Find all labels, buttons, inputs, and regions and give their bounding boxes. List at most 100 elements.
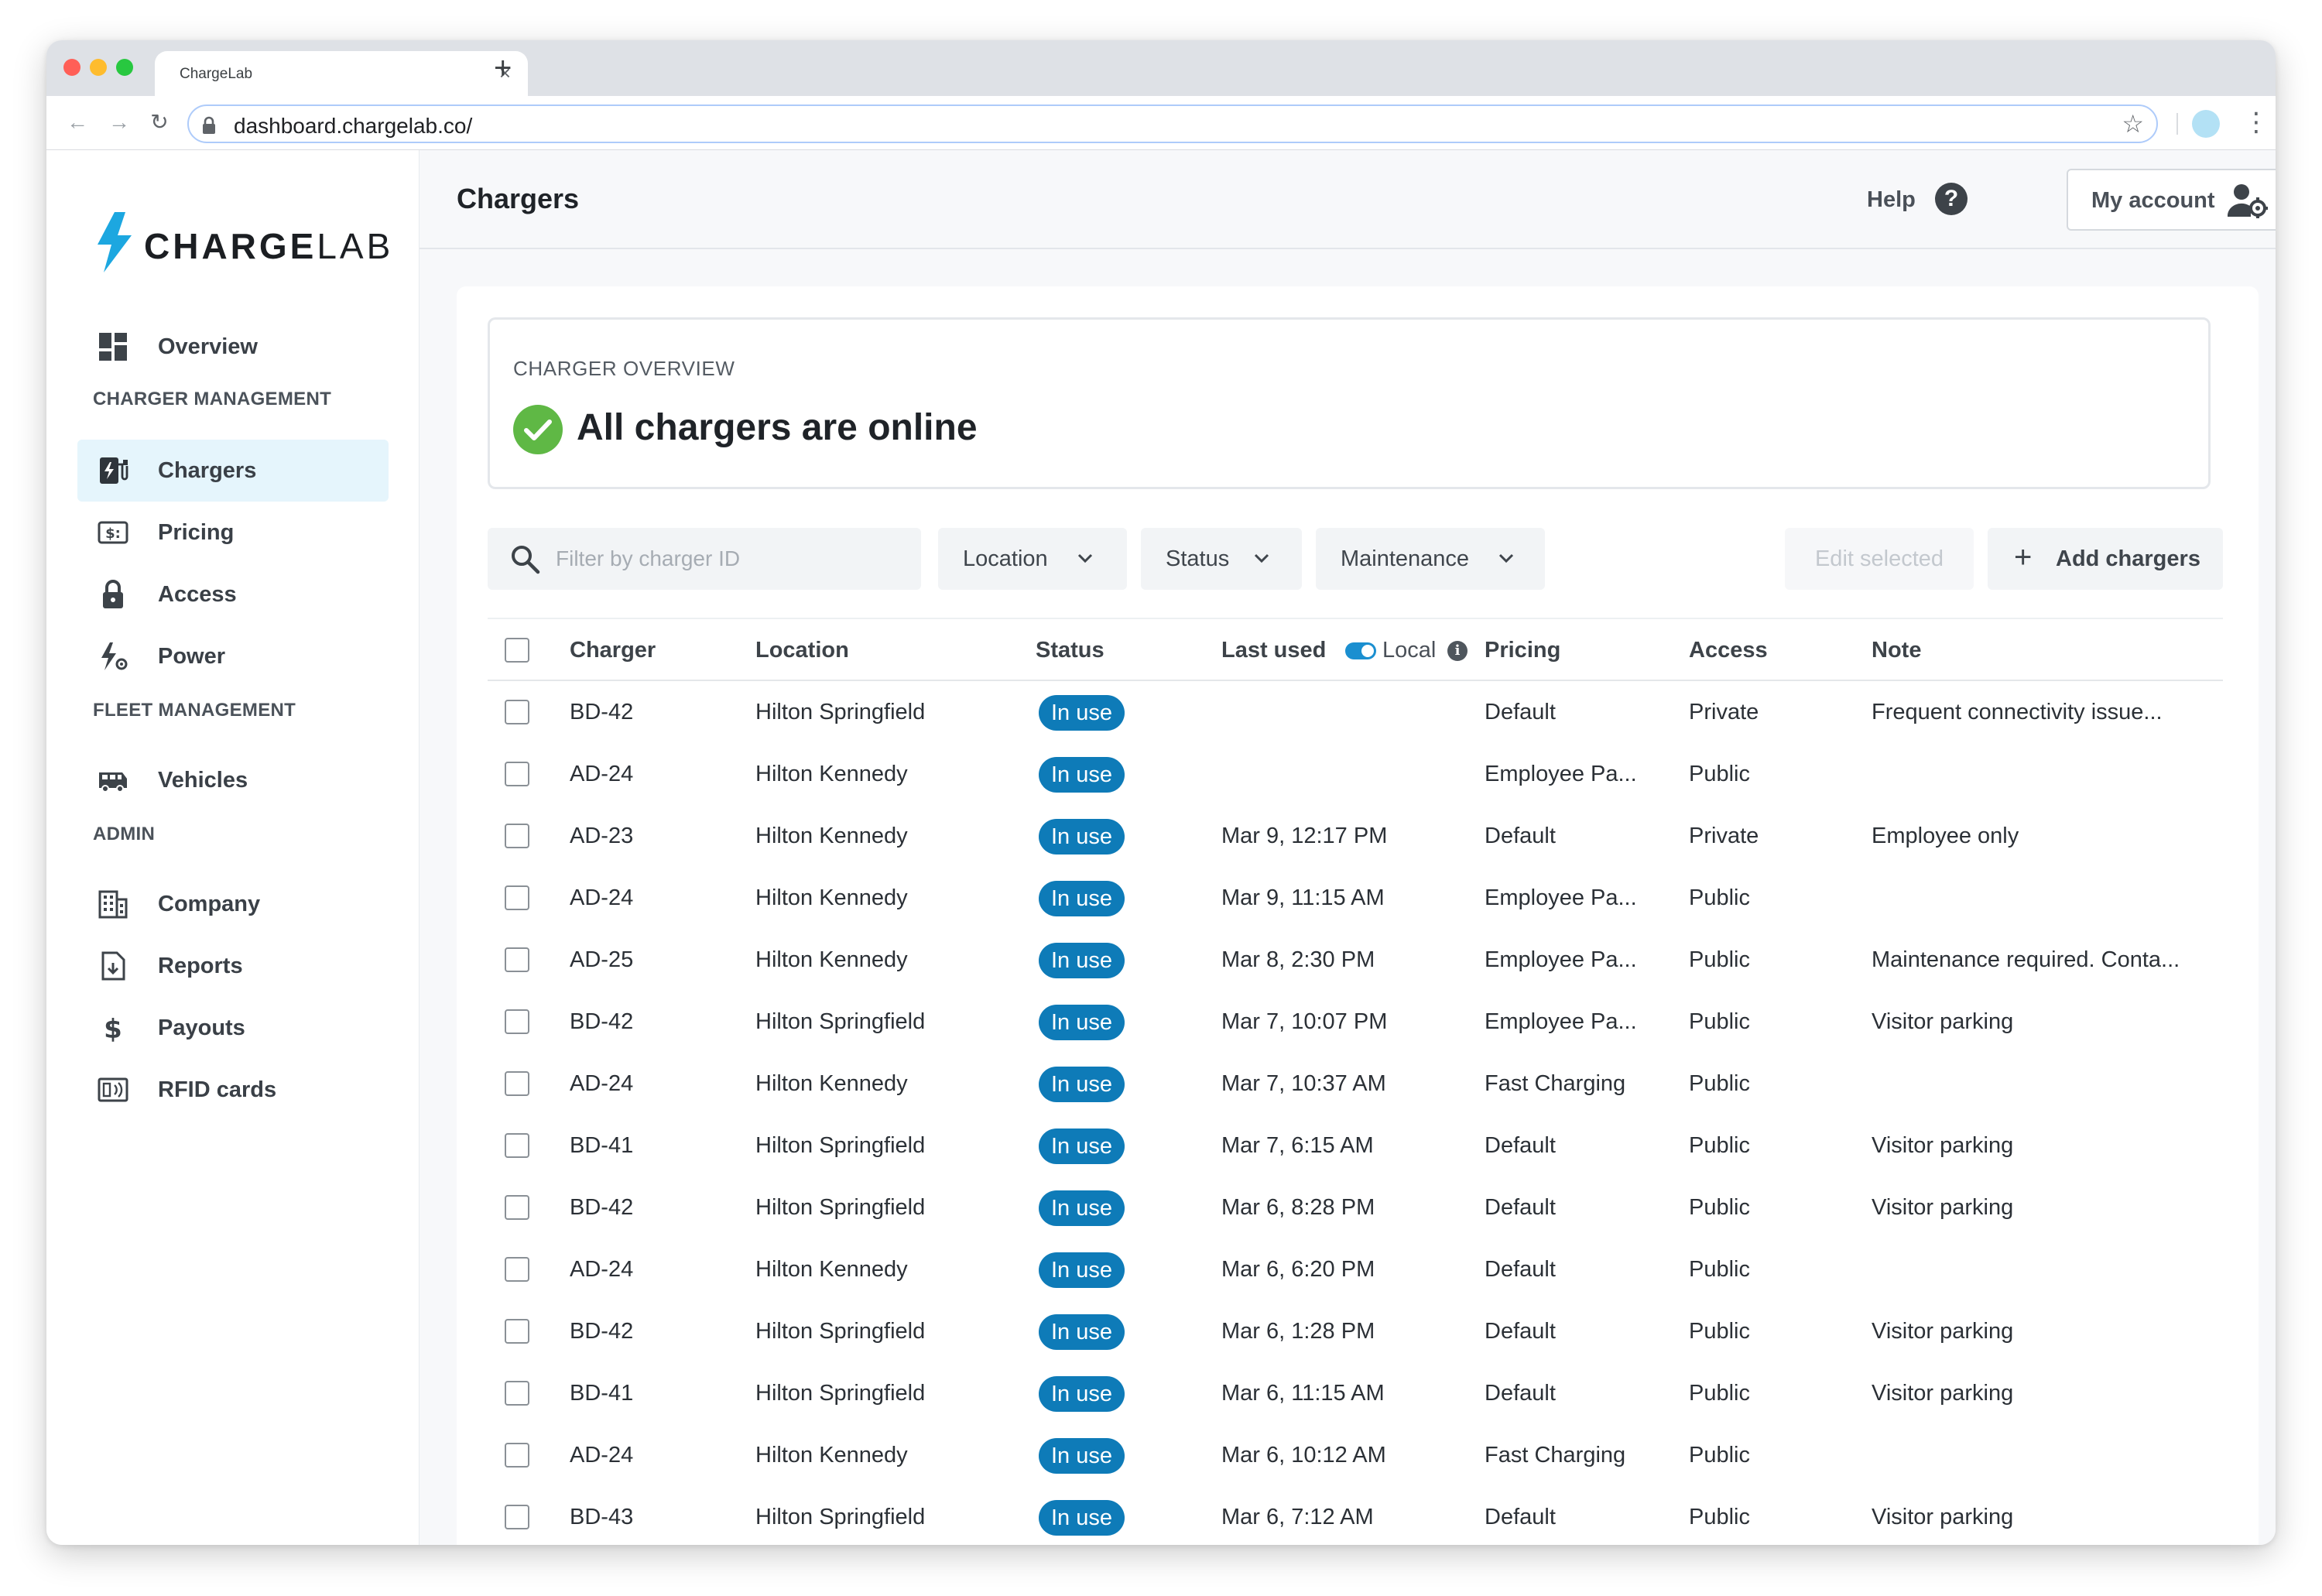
reload-icon[interactable]: ↻ <box>144 107 175 138</box>
cell-location: Hilton Kennedy <box>755 1257 908 1282</box>
sidebar-item-pricing[interactable]: $: Pricing <box>77 502 389 563</box>
my-account-button[interactable]: My account <box>2067 169 2276 231</box>
table-row[interactable]: AD-24 Hilton Kennedy In use Mar 9, 11:15 AM… <box>488 867 2223 929</box>
sidebar-item-company[interactable]: Company <box>77 873 389 935</box>
column-header-charger[interactable]: Charger <box>570 638 656 663</box>
row-checkbox[interactable] <box>505 1009 529 1034</box>
local-time-toggle[interactable] <box>1345 642 1376 659</box>
rfid-card-icon <box>98 1077 128 1102</box>
cell-last-used: Mar 9, 11:15 AM <box>1221 885 1385 910</box>
back-arrow-icon[interactable]: ← <box>62 107 93 138</box>
new-tab-icon[interactable]: + <box>494 53 512 84</box>
row-checkbox[interactable] <box>505 1381 529 1406</box>
sidebar-item-payouts[interactable]: $ Payouts <box>77 997 389 1059</box>
cell-access: Public <box>1689 1381 1750 1406</box>
row-checkbox[interactable] <box>505 947 529 972</box>
charger-id-filter-input[interactable] <box>556 542 896 576</box>
cell-access: Public <box>1689 1071 1750 1096</box>
my-account-label: My account <box>2091 188 2215 213</box>
forward-arrow-icon[interactable]: → <box>104 107 135 138</box>
dropdown-label: Location <box>963 546 1048 571</box>
profile-avatar[interactable] <box>2192 110 2220 138</box>
row-checkbox[interactable] <box>505 1505 529 1529</box>
sidebar-item-power[interactable]: Power <box>77 625 389 687</box>
table-row[interactable]: AD-24 Hilton Kennedy In use Mar 7, 10:37 AM… <box>488 1053 2223 1115</box>
cell-pricing: Employee Pa... <box>1485 947 1637 972</box>
chevron-down-icon <box>1254 553 1269 563</box>
select-all-checkbox[interactable] <box>505 638 529 663</box>
cell-access: Public <box>1689 1195 1750 1220</box>
table-row[interactable]: AD-25 Hilton Kennedy In use Mar 8, 2:30 PM E… <box>488 929 2223 991</box>
cell-location: Hilton Springfield <box>755 1505 926 1529</box>
row-checkbox[interactable] <box>505 1319 529 1344</box>
table-header: Charger Location Status Last used Local … <box>488 618 2223 681</box>
table-row[interactable]: AD-23 Hilton Kennedy In use Mar 9, 12:17 PM… <box>488 805 2223 867</box>
cell-charger: BD-42 <box>570 1319 634 1344</box>
column-header-status[interactable]: Status <box>1036 638 1104 663</box>
row-checkbox[interactable] <box>505 1071 529 1096</box>
info-icon[interactable]: i <box>1447 641 1468 661</box>
user-settings-icon <box>2228 184 2268 218</box>
column-header-access[interactable]: Access <box>1689 638 1768 663</box>
row-checkbox[interactable] <box>505 762 529 786</box>
row-checkbox[interactable] <box>505 700 529 724</box>
cell-pricing: Default <box>1485 824 1556 848</box>
column-header-pricing[interactable]: Pricing <box>1485 638 1560 663</box>
status-badge: In use <box>1039 1190 1125 1226</box>
cell-charger: BD-42 <box>570 1195 634 1220</box>
bookmark-star-icon[interactable]: ☆ <box>2122 110 2144 138</box>
search-box[interactable] <box>488 528 921 590</box>
table-row[interactable]: BD-41 Hilton Springfield In use Mar 7, 6:15… <box>488 1115 2223 1176</box>
cell-pricing: Employee Pa... <box>1485 885 1637 910</box>
sidebar-item-reports[interactable]: Reports <box>77 935 389 997</box>
help-link[interactable]: Help <box>1867 187 1916 213</box>
add-chargers-button[interactable]: + Add chargers <box>1988 528 2223 590</box>
column-header-location[interactable]: Location <box>755 638 849 663</box>
table-row[interactable]: AD-24 Hilton Kennedy In use Mar 6, 6:20 PM D… <box>488 1238 2223 1300</box>
more-options-icon[interactable]: ⋮ <box>2243 105 2269 139</box>
close-window-button[interactable] <box>63 59 80 76</box>
table-row[interactable]: AD-24 Hilton Kennedy In use Employee Pa... P… <box>488 743 2223 805</box>
row-checkbox[interactable] <box>505 824 529 848</box>
cell-location: Hilton Kennedy <box>755 1443 908 1468</box>
row-checkbox[interactable] <box>505 1443 529 1468</box>
dashboard-icon <box>99 333 127 361</box>
table-row[interactable]: AD-24 Hilton Kennedy In use Mar 6, 10:12 AM… <box>488 1424 2223 1486</box>
edit-selected-label: Edit selected <box>1814 546 1944 571</box>
sidebar-item-overview[interactable]: Overview <box>77 316 389 378</box>
table-row[interactable]: BD-43 Hilton Springfield In use Mar 6, 7:12… <box>488 1486 2223 1545</box>
table-row[interactable]: BD-42 Hilton Springfield In use Default Priv… <box>488 681 2223 743</box>
sidebar-item-rfid-cards[interactable]: RFID cards <box>77 1059 389 1121</box>
column-header-note[interactable]: Note <box>1872 638 1921 663</box>
sidebar: CHARGELAB Overview CHARGER MANAGEMENT Ch… <box>46 150 420 1545</box>
address-bar[interactable]: dashboard.chargelab.co/ ☆ <box>187 104 2158 143</box>
edit-selected-button[interactable]: Edit selected <box>1785 528 1974 590</box>
browser-tab[interactable]: ChargeLab × <box>155 51 528 96</box>
table-row[interactable]: BD-42 Hilton Springfield In use Mar 6, 1:28… <box>488 1300 2223 1362</box>
location-filter-dropdown[interactable]: Location <box>938 528 1127 590</box>
sidebar-item-access[interactable]: Access <box>77 563 389 625</box>
sidebar-item-label: Power <box>158 644 226 669</box>
table-row[interactable]: BD-41 Hilton Springfield In use Mar 6, 11:1… <box>488 1362 2223 1424</box>
sidebar-item-vehicles[interactable]: Vehicles <box>77 749 389 811</box>
status-filter-dropdown[interactable]: Status <box>1141 528 1302 590</box>
sidebar-item-label: Access <box>158 582 237 607</box>
cell-charger: AD-24 <box>570 1443 634 1468</box>
minimize-window-button[interactable] <box>90 59 107 76</box>
row-checkbox[interactable] <box>505 1257 529 1282</box>
tab-title: ChargeLab <box>180 66 253 82</box>
table-row[interactable]: BD-42 Hilton Springfield In use Mar 6, 8:28… <box>488 1176 2223 1238</box>
cell-note: Visitor parking <box>1872 1381 2014 1406</box>
maintenance-filter-dropdown[interactable]: Maintenance <box>1316 528 1545 590</box>
sidebar-item-label: Overview <box>158 334 258 359</box>
row-checkbox[interactable] <box>505 1195 529 1220</box>
column-header-last-used[interactable]: Last used <box>1221 638 1326 663</box>
overview-label: CHARGER OVERVIEW <box>513 357 735 380</box>
browser-window: ChargeLab × + ← → ↻ dashboard.chargelab.… <box>46 40 2276 1545</box>
maximize-window-button[interactable] <box>116 59 133 76</box>
table-row[interactable]: BD-42 Hilton Springfield In use Mar 7, 10:0… <box>488 991 2223 1053</box>
row-checkbox[interactable] <box>505 885 529 910</box>
row-checkbox[interactable] <box>505 1133 529 1158</box>
sidebar-item-chargers[interactable]: Chargers <box>77 440 389 502</box>
help-icon[interactable]: ? <box>1935 183 1968 215</box>
